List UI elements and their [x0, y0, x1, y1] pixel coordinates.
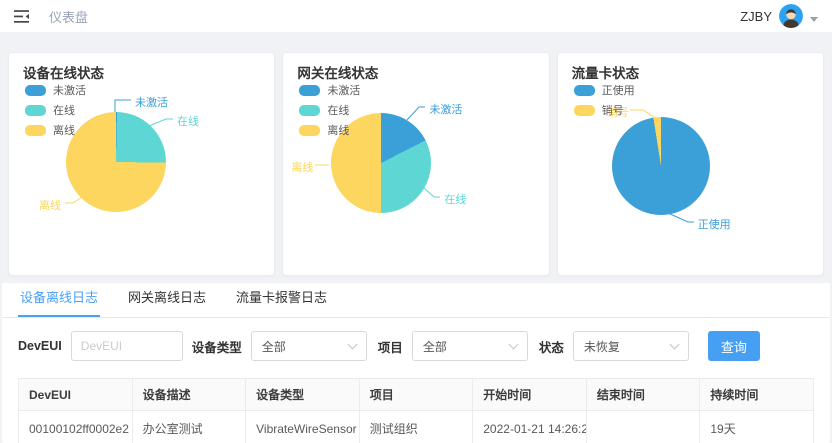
filter-bar: DevEUI 设备类型 全部 项目 全部 状态 未恢复 查询	[2, 318, 830, 365]
status-cards-row: 设备在线状态 未激活 在线 离线 未激活 在线 离线 网	[0, 52, 832, 276]
top-bar: 仪表盘 ZJBY	[0, 0, 832, 33]
chevron-down-icon	[508, 340, 518, 350]
legend-swatch	[299, 125, 320, 136]
pie-label: 正使用	[698, 216, 731, 232]
pie-label: 离线	[291, 159, 313, 175]
pie-sim-status[interactable]	[612, 117, 710, 215]
legend-item[interactable]: 离线	[299, 122, 360, 138]
status-value: 未恢复	[584, 338, 620, 355]
legend: 正使用 销号	[574, 82, 635, 122]
legend: 未激活 在线 离线	[299, 82, 360, 142]
legend-item[interactable]: 在线	[25, 102, 86, 118]
legend-swatch	[574, 85, 595, 96]
project-label: 项目	[378, 337, 403, 356]
col-start-time: 开始时间	[473, 379, 587, 411]
col-end-time: 结束时间	[586, 379, 700, 411]
chevron-down-icon	[669, 340, 679, 350]
legend-label: 离线	[53, 122, 75, 138]
device-type-label: 设备类型	[192, 337, 242, 356]
pie-label: 未激活	[429, 101, 462, 117]
legend-item[interactable]: 未激活	[299, 82, 360, 98]
menu-fold-icon[interactable]	[14, 10, 29, 23]
deveui-input[interactable]	[71, 331, 183, 361]
table-header-row: DevEUI 设备描述 设备类型 项目 开始时间 结束时间 持续时间	[19, 379, 814, 411]
cell-project: 测试组织	[359, 411, 473, 443]
legend-label: 未激活	[53, 82, 86, 98]
legend-label: 未激活	[327, 82, 360, 98]
query-button[interactable]: 查询	[708, 331, 760, 361]
legend-swatch	[299, 105, 320, 116]
pie-label: 在线	[177, 113, 199, 129]
legend-item[interactable]: 正使用	[574, 82, 635, 98]
log-tabs: 设备离线日志 网关离线日志 流量卡报警日志	[2, 283, 830, 318]
cell-device-desc: 办公室测试	[132, 411, 246, 443]
legend-label: 在线	[53, 102, 75, 118]
legend: 未激活 在线 离线	[25, 82, 86, 142]
table-row[interactable]: 00100102ff0002e2 办公室测试 VibrateWireSensor…	[19, 411, 814, 443]
legend-item[interactable]: 未激活	[25, 82, 86, 98]
page-title: 仪表盘	[49, 7, 88, 26]
legend-item[interactable]: 销号	[574, 102, 635, 118]
cell-start-time: 2022-01-21 14:26:22	[473, 411, 587, 443]
legend-swatch	[25, 85, 46, 96]
caret-down-icon[interactable]	[810, 17, 818, 22]
pie-label: 离线	[39, 197, 61, 213]
user-avatar[interactable]	[779, 4, 803, 28]
col-duration: 持续时间	[700, 379, 814, 411]
tab-device-offline-log[interactable]: 设备离线日志	[18, 283, 100, 317]
legend-swatch	[574, 105, 595, 116]
col-device-type: 设备类型	[246, 379, 360, 411]
offline-log-table: DevEUI 设备描述 设备类型 项目 开始时间 结束时间 持续时间 00100…	[18, 378, 814, 443]
logs-panel: 设备离线日志 网关离线日志 流量卡报警日志 DevEUI 设备类型 全部 项目 …	[2, 283, 830, 443]
col-project: 项目	[359, 379, 473, 411]
device-type-select[interactable]: 全部	[251, 331, 367, 361]
device-type-value: 全部	[262, 338, 286, 355]
deveui-label: DevEUI	[18, 339, 62, 353]
legend-item[interactable]: 在线	[299, 102, 360, 118]
device-status-card: 设备在线状态 未激活 在线 离线 未激活 在线 离线	[8, 52, 275, 276]
project-select[interactable]: 全部	[412, 331, 528, 361]
sim-card-status-card: 流量卡状态 正使用 销号 销号 正使用	[557, 52, 824, 276]
legend-swatch	[25, 105, 46, 116]
cell-duration: 19天	[700, 411, 814, 443]
pie-label: 在线	[444, 191, 466, 207]
tab-gateway-offline-log[interactable]: 网关离线日志	[126, 283, 208, 317]
legend-swatch	[25, 125, 46, 136]
legend-item[interactable]: 离线	[25, 122, 86, 138]
username[interactable]: ZJBY	[740, 9, 772, 24]
tab-sim-alarm-log[interactable]: 流量卡报警日志	[234, 283, 329, 317]
project-value: 全部	[423, 338, 447, 355]
legend-label: 销号	[602, 102, 624, 118]
col-device-desc: 设备描述	[132, 379, 246, 411]
cell-device-type: VibrateWireSensor	[246, 411, 360, 443]
pie-label: 未激活	[135, 94, 168, 110]
status-select[interactable]: 未恢复	[573, 331, 689, 361]
legend-label: 在线	[327, 102, 349, 118]
chevron-down-icon	[347, 340, 357, 350]
legend-label: 离线	[327, 122, 349, 138]
status-label: 状态	[539, 337, 564, 356]
cell-end-time	[586, 411, 700, 443]
legend-label: 正使用	[602, 82, 635, 98]
gateway-status-card: 网关在线状态 未激活 在线 离线 未激活 在线 离线	[282, 52, 549, 276]
legend-swatch	[299, 85, 320, 96]
cell-deveui: 00100102ff0002e2	[19, 411, 133, 443]
col-deveui: DevEUI	[19, 379, 133, 411]
